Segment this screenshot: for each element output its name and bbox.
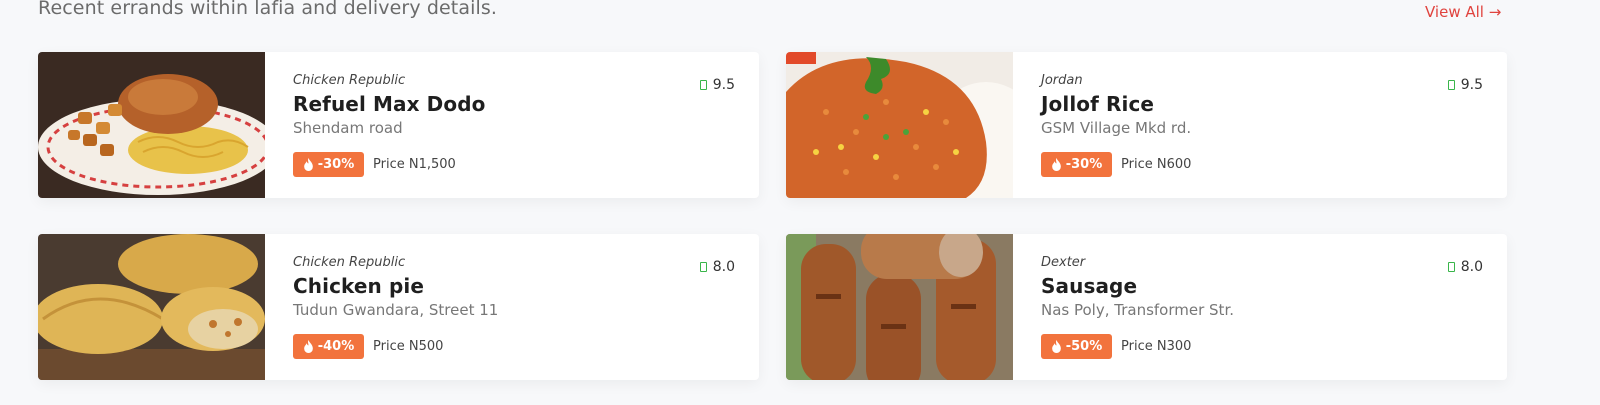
dish-name[interactable]: Jollof Rice [1041, 92, 1154, 116]
vendor-name: Jordan [1041, 73, 1083, 88]
address: GSM Village Mkd rd. [1041, 119, 1192, 137]
food-image [38, 52, 265, 198]
discount-badge: -30% [1041, 152, 1112, 177]
rating-icon [699, 80, 707, 90]
food-card[interactable]: Dexter Sausage Nas Poly, Transformer Str… [786, 234, 1507, 380]
rating: 8.0 [1447, 259, 1483, 275]
discount-label: -40% [317, 339, 355, 354]
discount-badge: -30% [293, 152, 364, 177]
rating: 9.5 [699, 77, 735, 93]
price: Price N500 [373, 339, 444, 354]
rating-icon [1447, 262, 1455, 272]
fire-icon [303, 340, 313, 353]
fire-icon [1051, 340, 1061, 353]
food-card[interactable]: Chicken Republic Refuel Max Dodo Shendam… [38, 52, 759, 198]
discount-badge: -50% [1041, 334, 1112, 359]
price: Price N600 [1121, 157, 1192, 172]
vendor-name: Dexter [1041, 255, 1086, 270]
address: Tudun Gwandara, Street 11 [293, 301, 499, 319]
section-subtitle: Recent errands within lafia and delivery… [38, 0, 497, 19]
rating-value: 9.5 [712, 77, 735, 93]
rating: 8.0 [699, 259, 735, 275]
food-image [786, 234, 1013, 380]
discount-label: -50% [1065, 339, 1103, 354]
food-card[interactable]: Chicken Republic Chicken pie Tudun Gwand… [38, 234, 759, 380]
vendor-name: Chicken Republic [293, 73, 406, 88]
address: Shendam road [293, 119, 403, 137]
rating-icon [1447, 80, 1455, 90]
vendor-name: Chicken Republic [293, 255, 406, 270]
dish-name[interactable]: Refuel Max Dodo [293, 92, 485, 116]
fire-icon [1051, 158, 1061, 171]
address: Nas Poly, Transformer Str. [1041, 301, 1235, 319]
rating: 9.5 [1447, 77, 1483, 93]
rating-value: 9.5 [1460, 77, 1483, 93]
dish-name[interactable]: Chicken pie [293, 274, 424, 298]
price: Price N300 [1121, 339, 1192, 354]
food-card[interactable]: Jordan Jollof Rice GSM Village Mkd rd. -… [786, 52, 1507, 198]
view-all-link[interactable]: View All → [1425, 3, 1501, 21]
discount-label: -30% [317, 157, 355, 172]
discount-badge: -40% [293, 334, 364, 359]
discount-label: -30% [1065, 157, 1103, 172]
rating-value: 8.0 [1460, 259, 1483, 275]
food-image [786, 52, 1013, 198]
dish-name[interactable]: Sausage [1041, 274, 1137, 298]
rating-icon [699, 262, 707, 272]
price: Price N1,500 [373, 157, 456, 172]
rating-value: 8.0 [712, 259, 735, 275]
food-image [38, 234, 265, 380]
fire-icon [303, 158, 313, 171]
